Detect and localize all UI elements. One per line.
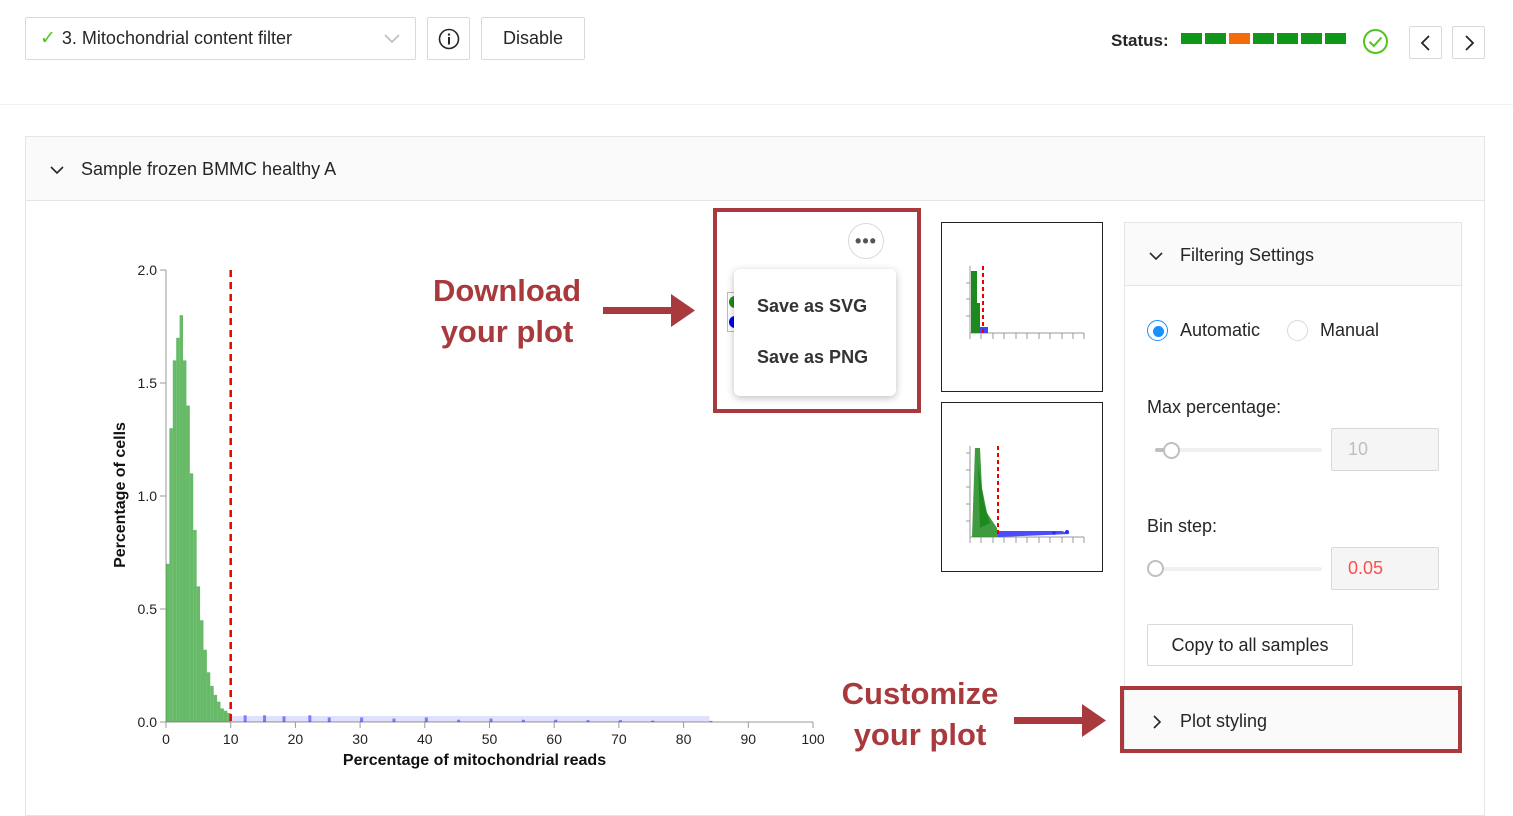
disable-label: Disable — [502, 28, 564, 48]
manual-radio[interactable] — [1287, 320, 1308, 341]
histogram-bar — [196, 586, 201, 722]
x-tick-label: 50 — [482, 731, 498, 747]
y-tick-label: 2.0 — [138, 262, 158, 278]
x-tick-label: 10 — [223, 731, 239, 747]
sample-panel-header[interactable]: Sample frozen BMMC healthy A — [25, 136, 1485, 201]
histogram-bar — [186, 405, 190, 722]
download-annotation-line2: your plot — [440, 314, 574, 349]
chevron-down-icon — [1149, 252, 1163, 261]
bin-step-slider[interactable] — [1155, 567, 1322, 571]
y-tick-label: 0.0 — [138, 714, 158, 730]
download-annotation: Download your plot — [420, 270, 594, 352]
histogram-bar — [189, 473, 194, 722]
histogram-bar — [213, 694, 218, 722]
automatic-radio[interactable] — [1147, 320, 1168, 341]
x-tick-label: 70 — [611, 731, 627, 747]
y-tick-label: 0.5 — [138, 601, 158, 617]
previous-step-button[interactable] — [1409, 26, 1442, 59]
chevron-down-icon — [384, 34, 400, 44]
histogram-bar — [709, 720, 713, 722]
disable-button[interactable]: Disable — [481, 17, 585, 60]
max-percentage-slider[interactable] — [1155, 448, 1322, 452]
histogram-bar — [169, 428, 173, 722]
y-tick-label: 1.5 — [138, 375, 158, 391]
info-icon — [438, 28, 459, 49]
step-selector[interactable]: ✓ 3. Mitochondrial content filter — [25, 17, 416, 60]
sample-title: Sample frozen BMMC healthy A — [81, 159, 337, 179]
customize-annotation-line1: Customize — [841, 676, 999, 711]
plot-actions-menu: Save as SVG Save as PNG — [734, 269, 896, 396]
histogram-bar — [183, 360, 187, 722]
x-tick-label: 80 — [676, 731, 692, 747]
customize-annotation: Customize your plot — [830, 673, 1010, 755]
status-segment — [1301, 33, 1322, 44]
status-segment — [1277, 33, 1298, 44]
max-percentage-label: Max percentage: — [1147, 397, 1282, 417]
histogram-bar — [200, 620, 204, 722]
x-axis-label: Percentage of mitochondrial reads — [343, 752, 606, 769]
copy-to-all-samples-label: Copy to all samples — [1171, 634, 1329, 655]
chevron-left-icon — [1420, 34, 1430, 51]
y-tick-label: 1.0 — [138, 488, 158, 504]
histogram-bar — [223, 710, 228, 722]
save-as-png-item[interactable]: Save as PNG — [757, 347, 868, 368]
histogram-thumbnail[interactable] — [941, 222, 1103, 392]
histogram-bar — [210, 685, 214, 722]
automatic-label: Automatic — [1180, 320, 1261, 340]
scatter-thumbnail-plot — [966, 446, 1085, 543]
status-segment — [1205, 33, 1226, 44]
plot-actions-button[interactable]: ••• — [848, 223, 884, 259]
step-label: 3. Mitochondrial content filter — [61, 28, 293, 48]
y-axis-label: Percentage of cells — [112, 422, 129, 568]
more-icon: ••• — [855, 230, 877, 251]
status-segment — [1229, 33, 1250, 44]
arrow-right-icon — [603, 294, 695, 327]
x-tick-label: 40 — [417, 731, 433, 747]
status-progress — [1181, 33, 1346, 44]
info-button[interactable] — [427, 17, 470, 60]
customize-highlight-box — [1120, 686, 1462, 753]
download-annotation-line1: Download — [432, 273, 582, 308]
histogram-bar — [179, 315, 184, 722]
x-tick-label: 0 — [162, 731, 170, 747]
x-tick-label: 100 — [801, 731, 825, 747]
histogram-bar — [220, 708, 224, 722]
status-label: Status: — [1111, 31, 1169, 50]
check-icon: ✓ — [40, 28, 56, 49]
histogram-bar — [166, 563, 170, 722]
status-segment — [1181, 33, 1202, 44]
copy-to-all-samples-button[interactable]: Copy to all samples — [1147, 624, 1353, 666]
chevron-down-icon — [50, 166, 64, 175]
save-as-svg-item[interactable]: Save as SVG — [757, 296, 867, 317]
bin-step-input[interactable]: 0.05 — [1331, 547, 1439, 590]
chevron-right-icon — [1464, 34, 1474, 51]
filtering-settings-title: Filtering Settings — [1180, 245, 1315, 265]
status-check-icon — [1363, 29, 1388, 54]
manual-label: Manual — [1320, 320, 1380, 340]
histogram-bar — [203, 649, 207, 722]
histogram-tail — [230, 716, 710, 722]
arrow-right-icon — [1014, 704, 1106, 737]
x-tick-label: 20 — [288, 731, 304, 747]
histogram-bar — [217, 701, 221, 722]
customize-annotation-line2: your plot — [853, 717, 987, 752]
bin-step-label: Bin step: — [1147, 516, 1218, 536]
histogram-bar — [176, 337, 180, 722]
max-percentage-input[interactable]: 10 — [1331, 428, 1439, 471]
x-tick-label: 30 — [352, 731, 368, 747]
next-step-button[interactable] — [1452, 26, 1485, 59]
status-segment — [1253, 33, 1274, 44]
max-percentage-slider-handle[interactable] — [1163, 442, 1180, 459]
x-tick-label: 90 — [741, 731, 757, 747]
histogram-bar — [172, 360, 177, 722]
divider — [0, 104, 1513, 105]
filtering-settings-header[interactable]: Filtering Settings — [1124, 222, 1462, 286]
bin-step-slider-handle[interactable] — [1147, 560, 1164, 577]
status-segment — [1325, 33, 1346, 44]
scatter-thumbnail[interactable] — [941, 402, 1103, 572]
histogram-thumbnail-plot — [966, 266, 1085, 339]
histogram-bar — [193, 529, 197, 722]
x-tick-label: 60 — [546, 731, 562, 747]
histogram-bar — [206, 672, 211, 722]
